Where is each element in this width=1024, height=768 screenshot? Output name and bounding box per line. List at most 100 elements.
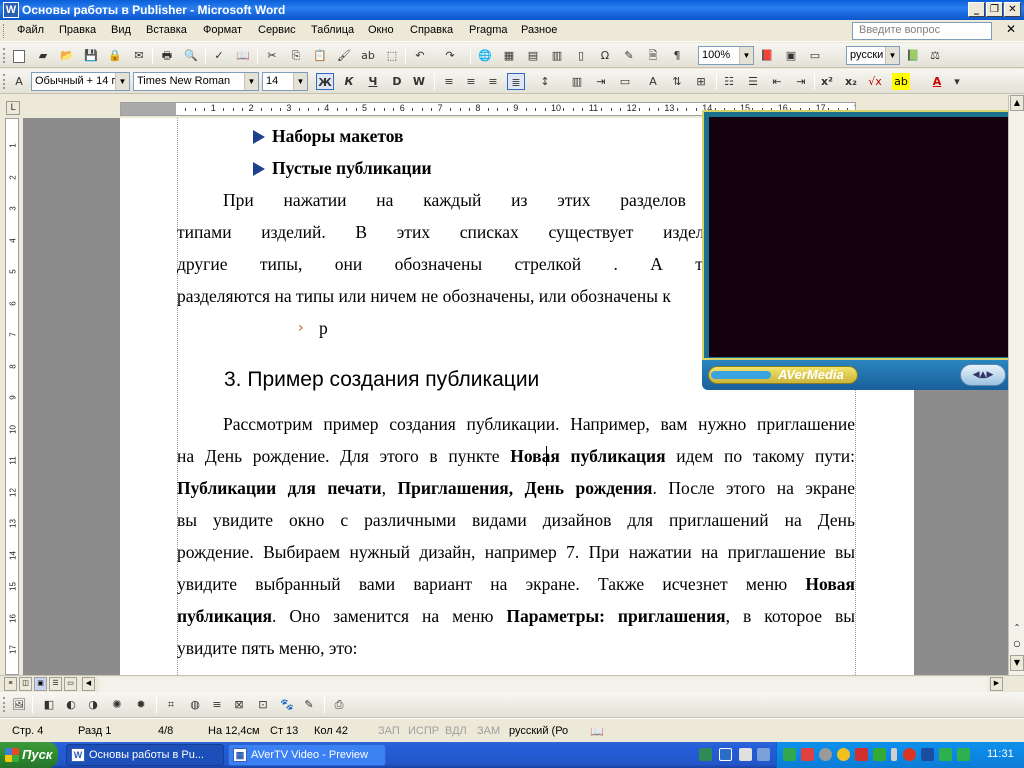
toolbar-grip[interactable] <box>3 48 6 63</box>
tray-chart-icon[interactable] <box>957 748 970 761</box>
tray-battery-icon[interactable] <box>891 748 897 761</box>
columns-icon[interactable]: ▯ <box>572 47 590 64</box>
chevron-down-icon[interactable]: ▼ <box>293 73 307 90</box>
task-avertv[interactable]: ▦ AVerTV Video - Preview <box>228 744 386 766</box>
status-extend[interactable]: ВДЛ <box>445 725 467 737</box>
contrast-icon[interactable]: ◐ <box>62 696 80 713</box>
sun-up-icon[interactable]: ✺ <box>108 696 126 713</box>
status-overtype[interactable]: ЗАМ <box>477 725 500 737</box>
w-button[interactable]: W <box>410 73 428 90</box>
chevron-down-icon[interactable]: ▼ <box>115 73 129 90</box>
cut-icon[interactable]: ✂ <box>263 47 281 64</box>
close-button[interactable]: ✕ <box>1004 2 1021 17</box>
horizontal-scroll-track[interactable] <box>99 677 988 692</box>
quicklaunch-mail-icon[interactable] <box>739 748 752 761</box>
clock[interactable]: 11:31 <box>987 748 1014 760</box>
paste-icon[interactable]: 📋 <box>311 47 329 64</box>
restore-button[interactable]: ❐ <box>986 2 1003 17</box>
scroll-up-icon[interactable]: ▲ <box>1010 95 1024 111</box>
help-question-input[interactable]: Введите вопрос <box>852 22 992 40</box>
document-map-icon[interactable]: 🗎 <box>644 47 662 64</box>
crop-icon[interactable]: ⌗ <box>162 696 180 713</box>
tray-network-icon[interactable] <box>783 748 796 761</box>
tables-borders-icon[interactable]: ▦ <box>500 47 518 64</box>
menu-misc[interactable]: Разное <box>521 24 557 36</box>
compress-icon[interactable]: ⊠ <box>230 696 248 713</box>
quicklaunch-word-icon[interactable] <box>719 748 732 761</box>
replace-icon[interactable]: ab <box>359 47 377 64</box>
redo-icon[interactable]: ↷ <box>441 47 459 64</box>
align-right-icon[interactable]: ≡ <box>484 73 502 90</box>
double-strike-button[interactable]: D <box>388 73 406 90</box>
image-icon[interactable]: 🖼 <box>10 696 28 713</box>
open-icon[interactable]: 📂 <box>58 47 76 64</box>
text-direction-icon[interactable]: ⇅ <box>668 73 686 90</box>
format-painter-icon[interactable]: 🖌 <box>335 47 353 64</box>
toolbar-grip[interactable] <box>3 74 6 89</box>
align-justify-icon[interactable]: ≣ <box>507 73 525 90</box>
insert-table-icon[interactable]: ▤ <box>524 47 542 64</box>
drawing-icon[interactable]: ✎ <box>620 47 638 64</box>
quicklaunch-shield-icon[interactable] <box>699 748 712 761</box>
menu-file[interactable]: Файл <box>17 24 44 36</box>
italic-button[interactable]: К <box>340 73 358 90</box>
dictionary-icon[interactable]: 📗 <box>904 47 922 64</box>
tray-pause-icon[interactable] <box>921 748 934 761</box>
insert-excel-icon[interactable]: ▥ <box>548 47 566 64</box>
insert-frame-icon[interactable]: ⊞ <box>692 73 710 90</box>
menu-format[interactable]: Формат <box>203 24 242 36</box>
rotate-icon[interactable]: ◍ <box>186 696 204 713</box>
menu-tools[interactable]: Сервис <box>258 24 296 36</box>
open-folder-icon[interactable]: ▰ <box>34 47 52 64</box>
save-icon[interactable]: 💾 <box>82 47 100 64</box>
scroll-right-icon[interactable]: ▶ <box>990 677 1003 691</box>
zoom-combo[interactable]: 100% ▼ <box>698 46 754 65</box>
numbered-list-icon[interactable]: ☷ <box>720 73 738 90</box>
spelling-icon[interactable]: ✓ <box>210 47 228 64</box>
email-icon[interactable]: ✉ <box>130 47 148 64</box>
document-close-icon[interactable]: ✕ <box>1006 22 1020 38</box>
chevron-down-icon[interactable]: ▾ <box>948 73 966 90</box>
reset-picture-icon[interactable]: ⎙ <box>330 696 348 713</box>
font-a-icon[interactable]: A <box>644 73 662 90</box>
tray-disk-icon[interactable] <box>819 748 832 761</box>
tray-flower-icon[interactable] <box>837 748 850 761</box>
quicklaunch-ie-icon[interactable] <box>757 748 770 761</box>
print-view-icon[interactable]: ▣ <box>34 677 47 691</box>
line-style-icon[interactable]: ≡ <box>208 696 226 713</box>
font-combo[interactable]: Times New Roman ▼ <box>133 72 259 91</box>
align-center-icon[interactable]: ≡ <box>462 73 480 90</box>
menu-pragma[interactable]: Pragma <box>469 24 508 36</box>
tray-antivirus-icon[interactable] <box>801 748 814 761</box>
columns-layout-icon[interactable]: ▥ <box>568 73 586 90</box>
chevron-down-icon[interactable]: ▼ <box>885 47 899 64</box>
reading-mode-icon[interactable]: 📕 <box>758 47 776 64</box>
outline-view-icon[interactable]: ☰ <box>49 677 62 691</box>
style-combo[interactable]: Обычный + 14 г ▼ <box>31 72 130 91</box>
transparent-color-icon[interactable]: ✎ <box>300 696 318 713</box>
brightness-icon[interactable]: ◑ <box>84 696 102 713</box>
slider-knob[interactable] <box>711 371 771 379</box>
avertv-nav-pad-icon[interactable]: ◀▲▶ <box>960 364 1006 386</box>
bulleted-list-icon[interactable]: ☰ <box>744 73 762 90</box>
print-icon[interactable]: 🖶 <box>158 47 176 64</box>
permission-icon[interactable]: 🔒 <box>106 47 124 64</box>
menubar-grip[interactable] <box>3 24 6 38</box>
equation-button[interactable]: √x <box>866 73 884 90</box>
font-size-combo[interactable]: 14 ▼ <box>262 72 308 91</box>
vertical-ruler[interactable]: 1 2 3 4 5 6 7 8 9 10 11 12 13 14 15 16 17 <box>5 118 19 675</box>
spelling-status-icon[interactable]: 📖 <box>590 725 604 738</box>
status-track-changes[interactable]: ИСПР <box>408 725 439 737</box>
sun-down-icon[interactable]: ✹ <box>132 696 150 713</box>
start-button[interactable]: Пуск <box>0 742 58 768</box>
menu-window[interactable]: Окно <box>368 24 394 36</box>
minimize-button[interactable]: _ <box>968 2 985 17</box>
undo-icon[interactable]: ↶ <box>411 47 429 64</box>
prev-page-icon[interactable]: ⌃ <box>1010 621 1024 637</box>
tab-selector-icon[interactable]: L <box>6 101 20 115</box>
tray-refresh-icon[interactable] <box>939 748 952 761</box>
font-color-icon[interactable]: A <box>928 73 946 90</box>
subscript-button[interactable]: x₂ <box>842 73 860 90</box>
tray-green-icon[interactable] <box>873 748 886 761</box>
tray-alert-icon[interactable] <box>855 748 868 761</box>
